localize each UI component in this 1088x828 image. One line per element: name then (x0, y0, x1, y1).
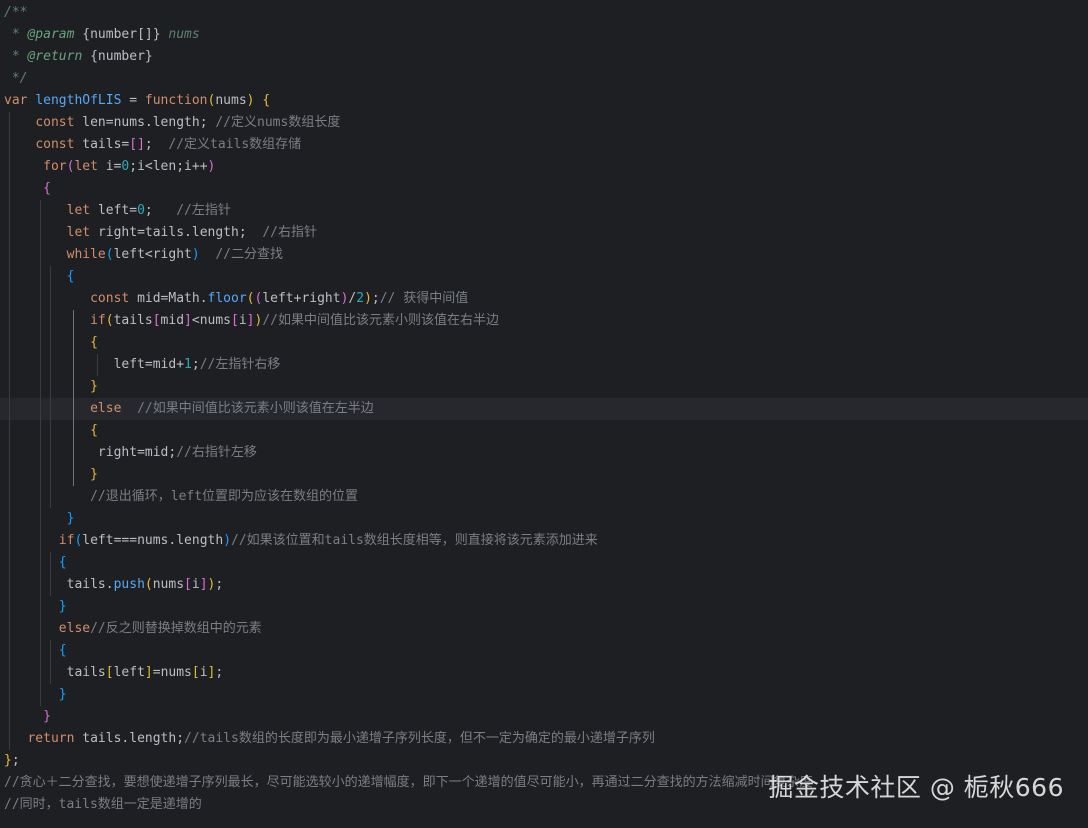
code-line[interactable]: else //如果中间值比该元素小则该值在左半边 (0, 398, 1088, 420)
code-line[interactable]: } (0, 508, 1088, 530)
indent-guide (73, 310, 74, 486)
code-line[interactable]: const mid=Math.floor((left+right)/2);// … (0, 288, 1088, 310)
code-line[interactable]: const tails=[]; //定义tails数组存储 (0, 134, 1088, 156)
code-line[interactable]: /** (0, 2, 1088, 24)
code-line[interactable]: tails[left]=nums[i]; (0, 662, 1088, 684)
code-line[interactable]: left=mid+1;//左指针右移 (0, 354, 1088, 376)
indent-guide (9, 112, 10, 750)
code-line[interactable]: const len=nums.length; //定义nums数组长度 (0, 112, 1088, 134)
code-line[interactable]: { (0, 178, 1088, 200)
code-line[interactable]: tails.push(nums[i]); (0, 574, 1088, 596)
code-line[interactable]: * @param {number[]} nums (0, 24, 1088, 46)
code-line[interactable]: while(left<right) //二分查找 (0, 244, 1088, 266)
code-line[interactable]: * @return {number} (0, 46, 1088, 68)
code-line[interactable]: } (0, 596, 1088, 618)
code-line[interactable]: for(let i=0;i<len;i++) (0, 156, 1088, 178)
code-editor[interactable]: /** * @param {number[]} nums * @return {… (0, 0, 1088, 828)
code-line[interactable]: */ (0, 68, 1088, 90)
code-line[interactable]: { (0, 420, 1088, 442)
code-line[interactable]: { (0, 640, 1088, 662)
code-line[interactable]: right=mid;//右指针左移 (0, 442, 1088, 464)
indent-guide (50, 266, 51, 508)
code-line[interactable]: } (0, 684, 1088, 706)
code-line[interactable]: } (0, 706, 1088, 728)
code-line[interactable]: let left=0; //左指针 (0, 200, 1088, 222)
code-line[interactable]: if(tails[mid]<nums[i])//如果中间值比该元素小则该值在右半… (0, 310, 1088, 332)
code-line[interactable]: { (0, 552, 1088, 574)
code-line[interactable]: else//反之则替换掉数组中的元素 (0, 618, 1088, 640)
code-line[interactable]: } (0, 464, 1088, 486)
code-line[interactable]: //退出循环，left位置即为应该在数组的位置 (0, 486, 1088, 508)
indent-guide (97, 354, 98, 376)
code-line[interactable]: let right=tails.length; //右指针 (0, 222, 1088, 244)
code-line[interactable]: if(left===nums.length)//如果该位置和tails数组长度相… (0, 530, 1088, 552)
indent-guide (40, 200, 41, 706)
code-line[interactable]: { (0, 332, 1088, 354)
code-line[interactable]: { (0, 266, 1088, 288)
code-line[interactable]: } (0, 376, 1088, 398)
code-line[interactable]: var lengthOfLIS = function(nums) { (0, 90, 1088, 112)
indent-guide (50, 552, 51, 596)
indent-guide (50, 640, 51, 684)
watermark: 掘金技术社区 @ 栀秋666 (768, 773, 1064, 802)
code-line[interactable]: return tails.length;//tails数组的长度即为最小递增子序… (0, 728, 1088, 750)
